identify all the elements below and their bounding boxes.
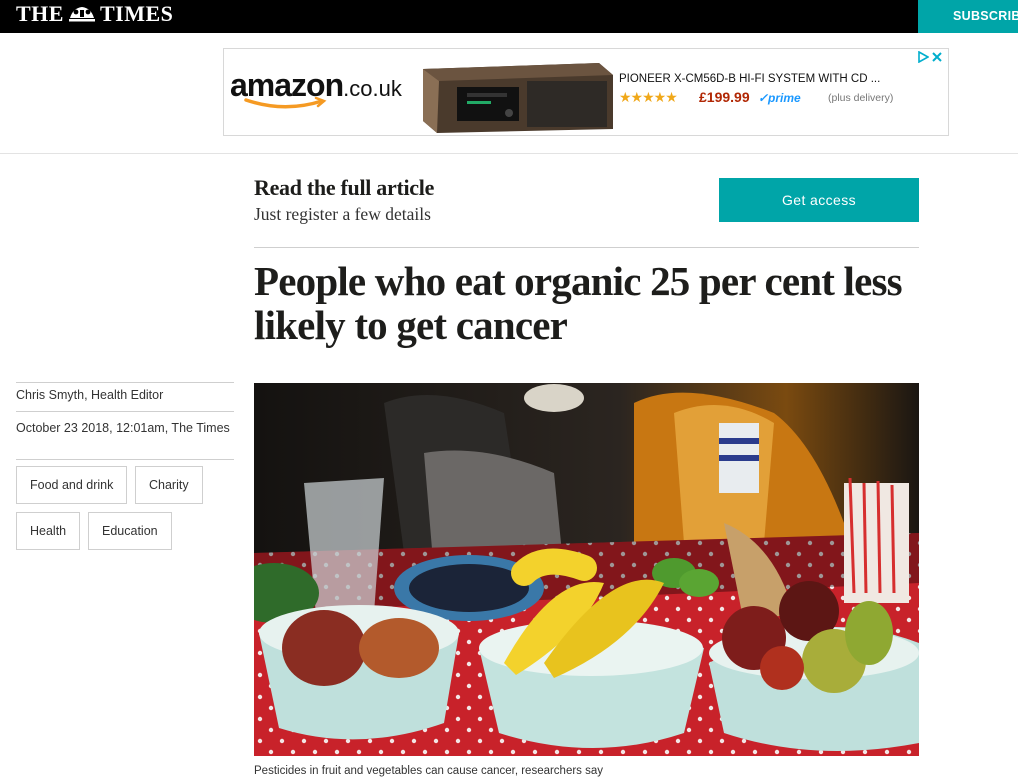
get-access-button[interactable]: Get access: [719, 178, 919, 222]
hifi-system-product-image: [423, 63, 613, 133]
ad-delivery-note: (plus delivery): [828, 92, 894, 104]
tag-education[interactable]: Education: [88, 512, 172, 550]
close-ad-icon[interactable]: [931, 51, 943, 63]
times-logo[interactable]: THE TIMES: [16, 1, 173, 27]
divider: [16, 382, 234, 383]
amazon-smile-icon: [244, 97, 327, 109]
divider: [16, 411, 234, 412]
amazon-advert[interactable]: amazon.co.uk PIONEER X-CM56D-B HI-FI SYS…: [223, 48, 949, 136]
tag-charity[interactable]: Charity: [135, 466, 203, 504]
divider: [254, 247, 919, 248]
tag-health[interactable]: Health: [16, 512, 81, 550]
subscribe-button[interactable]: SUBSCRIBE: [918, 0, 1018, 33]
article-headline: People who eat organic 25 per cent less …: [254, 258, 903, 348]
ad-choices-play-icon[interactable]: [917, 51, 929, 63]
ad-product-title: PIONEER X-CM56D-B HI-FI SYSTEM WITH CD .…: [619, 73, 881, 85]
paywall-subtitle: Just register a few details: [254, 204, 431, 224]
photo-caption: Pesticides in fruit and vegetables can c…: [254, 765, 604, 777]
author-byline[interactable]: Chris Smyth, Health Editor: [16, 388, 163, 402]
divider: [0, 153, 1018, 154]
ad-price: £199.99: [699, 89, 750, 105]
royal-crest-icon: [68, 7, 95, 22]
paywall-title: Read the full article: [254, 175, 435, 200]
masthead-the: THE: [16, 1, 64, 26]
ad-choices[interactable]: [917, 51, 943, 63]
amazon-logo-suffix: .co.uk: [343, 76, 402, 101]
prime-badge: ✓prime: [758, 91, 801, 105]
amazon-logo: amazon.co.uk: [230, 67, 402, 109]
rating-stars-icon: ★★★★★: [619, 91, 678, 106]
masthead-times: TIMES: [99, 1, 174, 26]
divider: [16, 459, 234, 460]
tag-food-and-drink[interactable]: Food and drink: [16, 466, 128, 504]
publish-date: October 23 2018, 12:01am, The Times: [16, 421, 230, 435]
top-bar: THE TIMES SUBSCRIBE: [0, 0, 1018, 33]
fruit-bowls-photo: [254, 383, 919, 756]
